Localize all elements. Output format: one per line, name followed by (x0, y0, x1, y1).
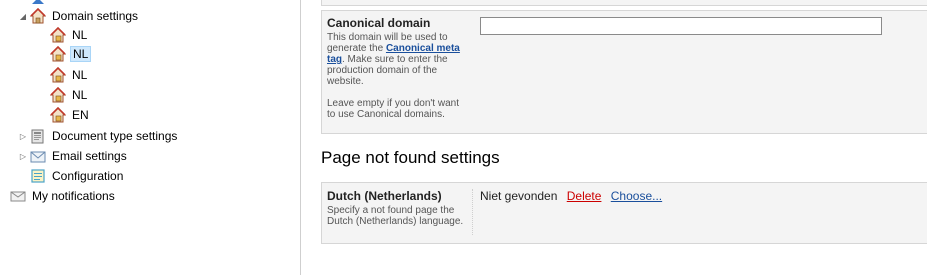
tree-node-domain[interactable]: EN (50, 105, 91, 125)
not-found-page-actions: Niet gevonden Delete Choose... (480, 189, 662, 203)
document-type-icon (30, 128, 46, 144)
tree-node-document-type-settings[interactable]: ▷ Document type settings (18, 126, 179, 146)
tree-label-my-notifications: My notifications (32, 189, 115, 203)
notifications-envelope-icon (10, 188, 26, 204)
settings-tree: ◢ Domain settings NL NL NL NL EN ▷ Docum… (0, 0, 300, 275)
tree-node-domain-selected[interactable]: NL (50, 44, 92, 64)
domain-house-icon (50, 27, 66, 43)
tree-label-document-type-settings: Document type settings (52, 129, 178, 143)
house-icon (30, 8, 46, 24)
choose-link[interactable]: Choose... (611, 189, 662, 203)
delete-link[interactable]: Delete (567, 189, 602, 203)
language-description: Specify a not found page the Dutch (Neth… (327, 205, 464, 227)
tree-node-email-settings[interactable]: ▷ Email settings (18, 146, 129, 166)
tree-node-domain[interactable]: NL (50, 65, 89, 85)
tree-node-domain[interactable]: NL (50, 25, 89, 45)
expand-arrow-icon[interactable]: ▷ (18, 131, 28, 141)
email-icon (30, 148, 46, 164)
domain-house-icon (50, 107, 66, 123)
tree-label-email-settings: Email settings (52, 149, 127, 163)
tree-label-configuration: Configuration (52, 169, 124, 183)
language-info: Dutch (Netherlands) Specify a not found … (327, 189, 469, 227)
tree-label-domain-settings: Domain settings (52, 9, 139, 23)
tree-label-domain: NL (70, 46, 92, 62)
tree-node-domain-settings[interactable]: ◢ Domain settings (18, 6, 140, 26)
row-separator (472, 189, 473, 235)
canonical-desc-text-2: Leave empty if you don't want to use Can… (327, 98, 459, 120)
canonical-domain-panel: Canonical domain This domain will be use… (321, 10, 927, 134)
tree-label-domain: NL (72, 88, 88, 102)
canonical-domain-description: This domain will be used to generate the… (327, 32, 469, 120)
canonical-domain-info: Canonical domain This domain will be use… (327, 16, 469, 120)
domain-house-icon (50, 46, 66, 62)
page-not-found-panel: Dutch (Netherlands) Specify a not found … (321, 182, 927, 244)
tree-label-domain: EN (72, 108, 89, 122)
previous-panel-edge (321, 0, 927, 6)
selected-page-value: Niet gevonden (480, 189, 558, 203)
pane-divider[interactable] (300, 0, 301, 275)
canonical-desc-text: . Make sure to enter the production doma… (327, 54, 448, 87)
expand-arrow-icon[interactable]: ▷ (18, 151, 28, 161)
page-not-found-heading: Page not found settings (321, 148, 500, 167)
canonical-domain-title: Canonical domain (327, 16, 431, 30)
configuration-icon (30, 168, 46, 184)
language-title: Dutch (Netherlands) (327, 189, 442, 203)
tree-node-configuration[interactable]: Configuration (30, 166, 125, 186)
collapse-arrow-icon[interactable]: ◢ (18, 11, 28, 21)
tree-label-domain: NL (72, 68, 88, 82)
canonical-domain-input[interactable] (480, 17, 882, 35)
tree-node-my-notifications[interactable]: My notifications (10, 186, 117, 206)
domain-house-icon (50, 87, 66, 103)
tree-label-domain: NL (72, 28, 88, 42)
domain-house-icon (50, 67, 66, 83)
tree-node-domain[interactable]: NL (50, 85, 89, 105)
